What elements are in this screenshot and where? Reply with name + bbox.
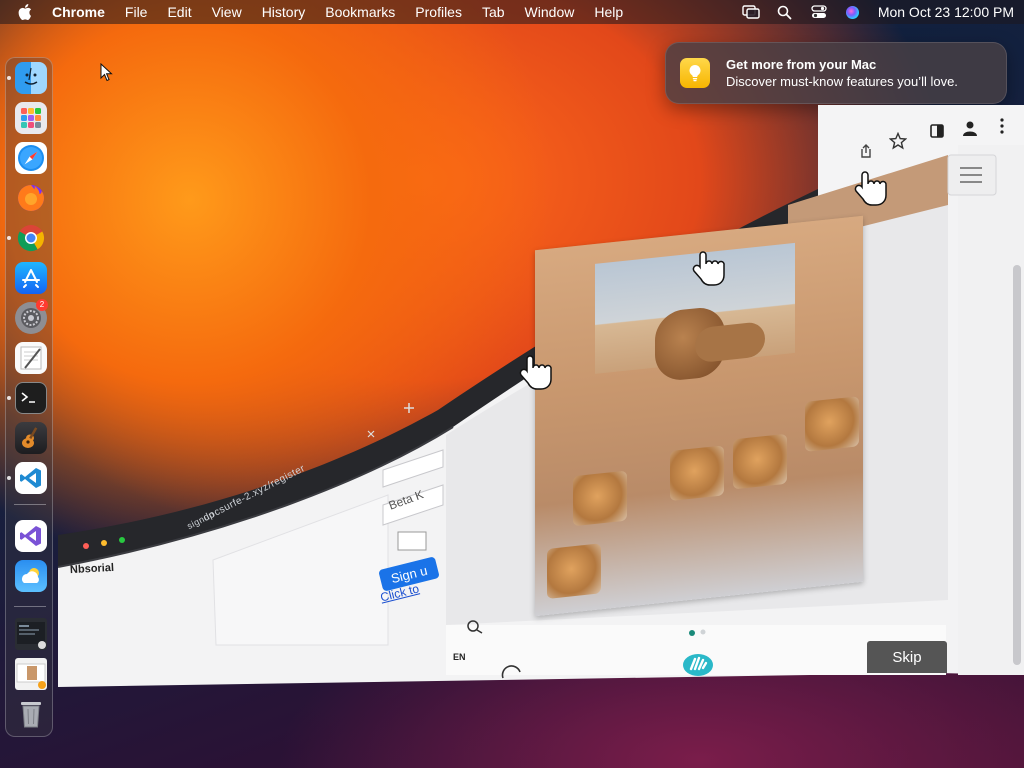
apple-menu-icon[interactable] — [18, 4, 34, 20]
menu-bookmarks[interactable]: Bookmarks — [325, 4, 395, 20]
siri-icon[interactable] — [844, 4, 862, 20]
dock-separator — [14, 606, 46, 607]
menu-file[interactable]: File — [125, 4, 148, 20]
side-panel-icon[interactable] — [929, 123, 945, 139]
hand-pointer-icon — [519, 355, 552, 390]
wave-hand-icon — [683, 654, 713, 676]
mouse-cursor-icon — [100, 63, 113, 82]
image-tile[interactable] — [670, 445, 724, 502]
menu-bar-clock[interactable]: Mon Oct 23 12:00 PM — [878, 4, 1014, 20]
dock: 2 — [5, 57, 53, 737]
finder-icon[interactable] — [15, 62, 47, 94]
skip-button[interactable]: Skip — [867, 641, 947, 673]
menu-window[interactable]: Window — [525, 4, 575, 20]
notification-text: Get more from your Mac Discover must-kno… — [726, 57, 958, 89]
image-tile[interactable] — [547, 543, 601, 599]
menu-edit[interactable]: Edit — [167, 4, 191, 20]
chrome-icon[interactable] — [15, 222, 47, 254]
control-center-icon[interactable] — [810, 4, 828, 20]
garageband-icon[interactable] — [15, 422, 47, 454]
page-left-label: Nbsorial — [69, 561, 115, 577]
image-tile[interactable] — [733, 433, 787, 490]
kebab-menu-icon[interactable] — [998, 117, 1006, 135]
window-thumbnail-icon[interactable] — [15, 618, 47, 650]
notification-badge: 2 — [36, 299, 48, 311]
textedit-icon[interactable] — [15, 342, 47, 374]
bookmark-star-icon[interactable] — [889, 132, 907, 150]
dock-running-indicator — [7, 396, 11, 400]
dock-running-indicator — [7, 476, 11, 480]
firefox-icon[interactable] — [15, 182, 47, 214]
menu-tab[interactable]: Tab — [482, 4, 505, 20]
dock-running-indicator — [7, 236, 11, 240]
tips-lightbulb-icon — [680, 58, 710, 88]
menu-app-name[interactable]: Chrome — [52, 4, 105, 20]
image-tile[interactable] — [805, 396, 859, 452]
share-icon[interactable] — [858, 143, 874, 159]
dock-separator — [14, 504, 46, 505]
notification-subtitle: Discover must-know features you’ll love. — [726, 74, 958, 89]
notification-banner[interactable]: Get more from your Mac Discover must-kno… — [665, 42, 1007, 104]
visual-studio-icon[interactable] — [15, 520, 47, 552]
notification-title: Get more from your Mac — [726, 57, 877, 72]
spotlight-search-icon[interactable] — [776, 4, 794, 20]
app-store-icon[interactable] — [15, 262, 47, 294]
weather-icon[interactable] — [15, 560, 47, 592]
trash-icon[interactable] — [15, 698, 47, 730]
image-thumbnail-icon[interactable] — [15, 658, 47, 690]
vscode-icon[interactable] — [15, 462, 47, 494]
launchpad-icon[interactable] — [15, 102, 47, 134]
safari-icon[interactable] — [15, 142, 47, 174]
screen-mirroring-icon[interactable] — [742, 4, 760, 20]
menu-bar: Chrome File Edit View History Bookmarks … — [0, 0, 1024, 24]
dock-running-indicator — [7, 76, 11, 80]
menu-view[interactable]: View — [212, 4, 242, 20]
language-label[interactable]: EN — [453, 652, 466, 662]
menu-profiles[interactable]: Profiles — [415, 4, 462, 20]
image-tile[interactable] — [573, 470, 627, 527]
hand-pointer-icon — [854, 171, 887, 206]
hand-pointer-icon — [692, 251, 725, 286]
menu-help[interactable]: Help — [594, 4, 623, 20]
menu-bar-tray: Mon Oct 23 12:00 PM — [726, 4, 1014, 20]
menu-history[interactable]: History — [262, 4, 306, 20]
profile-avatar-icon[interactable] — [961, 119, 979, 137]
terminal-icon[interactable] — [15, 382, 47, 414]
